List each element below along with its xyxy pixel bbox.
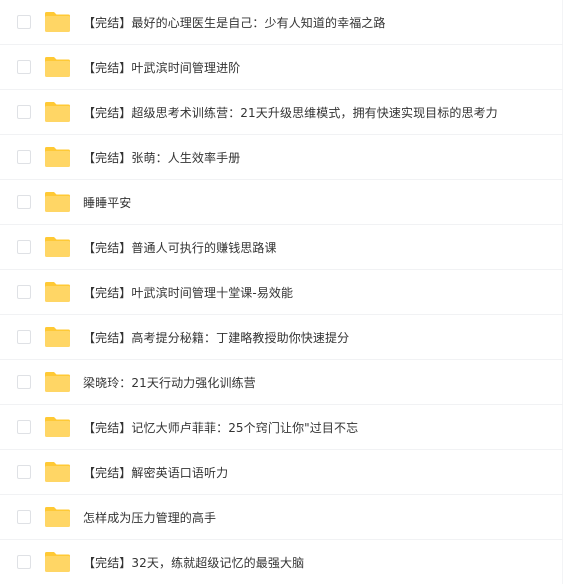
- list-item[interactable]: 【完结】张萌：人生效率手册: [0, 135, 563, 180]
- folder-name[interactable]: 【完结】高考提分秘籍：丁建略教授助你快速提分: [83, 329, 349, 346]
- select-checkbox[interactable]: [17, 330, 31, 344]
- folder-name[interactable]: 【完结】张萌：人生效率手册: [83, 149, 240, 166]
- folder-icon: [44, 191, 71, 213]
- select-checkbox[interactable]: [17, 240, 31, 254]
- folder-icon: [44, 281, 71, 303]
- folder-icon: [44, 371, 71, 393]
- folder-icon: [44, 56, 71, 78]
- select-checkbox[interactable]: [17, 105, 31, 119]
- folder-icon: [44, 326, 71, 348]
- folder-icon: [44, 101, 71, 123]
- folder-name[interactable]: 【完结】最好的心理医生是自己：少有人知道的幸福之路: [83, 14, 386, 31]
- folder-name[interactable]: 【完结】解密英语口语听力: [83, 464, 228, 481]
- folder-icon: [44, 416, 71, 438]
- folder-icon: [44, 236, 71, 258]
- select-checkbox[interactable]: [17, 555, 31, 569]
- folder-name[interactable]: 梁晓玲：21天行动力强化训练营: [83, 374, 256, 391]
- list-item[interactable]: 睡睡平安: [0, 180, 563, 225]
- select-checkbox[interactable]: [17, 465, 31, 479]
- list-item[interactable]: 梁晓玲：21天行动力强化训练营: [0, 360, 563, 405]
- file-list: 【完结】最好的心理医生是自己：少有人知道的幸福之路 【完结】叶武滨时间管理进阶 …: [0, 0, 569, 584]
- folder-name[interactable]: 怎样成为压力管理的高手: [83, 509, 216, 526]
- select-checkbox[interactable]: [17, 375, 31, 389]
- folder-name[interactable]: 睡睡平安: [83, 194, 131, 211]
- list-item[interactable]: 【完结】叶武滨时间管理进阶: [0, 45, 563, 90]
- folder-name[interactable]: 【完结】超级思考术训练营：21天升级思维模式，拥有快速实现目标的思考力: [83, 104, 498, 121]
- select-checkbox[interactable]: [17, 420, 31, 434]
- folder-name[interactable]: 【完结】普通人可执行的赚钱思路课: [83, 239, 277, 256]
- folder-name[interactable]: 【完结】叶武滨时间管理十堂课-易效能: [83, 284, 293, 301]
- folder-name[interactable]: 【完结】32天，练就超级记忆的最强大脑: [83, 554, 304, 571]
- list-item[interactable]: 【完结】普通人可执行的赚钱思路课: [0, 225, 563, 270]
- select-checkbox[interactable]: [17, 510, 31, 524]
- folder-icon: [44, 551, 71, 573]
- list-item[interactable]: 【完结】32天，练就超级记忆的最强大脑: [0, 540, 563, 584]
- folder-icon: [44, 146, 71, 168]
- select-checkbox[interactable]: [17, 60, 31, 74]
- folder-name[interactable]: 【完结】叶武滨时间管理进阶: [83, 59, 240, 76]
- folder-name[interactable]: 【完结】记忆大师卢菲菲：25个窍门让你"过目不忘: [83, 419, 358, 436]
- list-item[interactable]: 【完结】叶武滨时间管理十堂课-易效能: [0, 270, 563, 315]
- select-checkbox[interactable]: [17, 195, 31, 209]
- list-item[interactable]: 【完结】记忆大师卢菲菲：25个窍门让你"过目不忘: [0, 405, 563, 450]
- list-item[interactable]: 【完结】最好的心理医生是自己：少有人知道的幸福之路: [0, 0, 563, 45]
- folder-icon: [44, 11, 71, 33]
- folder-icon: [44, 506, 71, 528]
- folder-icon: [44, 461, 71, 483]
- select-checkbox[interactable]: [17, 150, 31, 164]
- list-item[interactable]: 【完结】解密英语口语听力: [0, 450, 563, 495]
- list-item[interactable]: 【完结】高考提分秘籍：丁建略教授助你快速提分: [0, 315, 563, 360]
- select-checkbox[interactable]: [17, 285, 31, 299]
- select-checkbox[interactable]: [17, 15, 31, 29]
- list-item[interactable]: 怎样成为压力管理的高手: [0, 495, 563, 540]
- list-item[interactable]: 【完结】超级思考术训练营：21天升级思维模式，拥有快速实现目标的思考力: [0, 90, 563, 135]
